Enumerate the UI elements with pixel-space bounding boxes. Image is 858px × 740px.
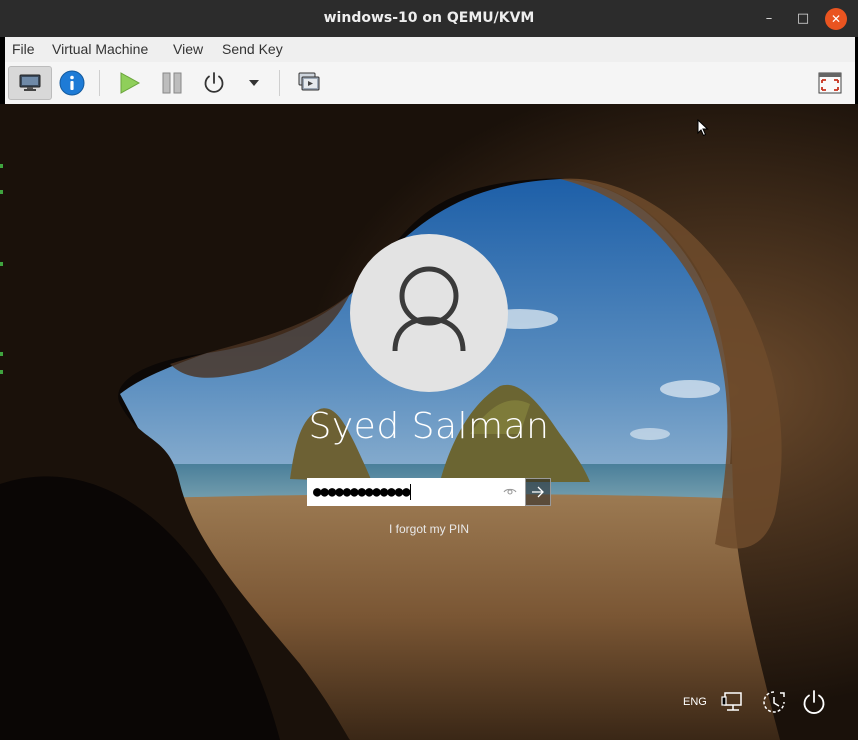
pause-button[interactable]	[157, 68, 187, 98]
power-icon	[204, 72, 224, 93]
submit-button[interactable]	[525, 478, 551, 506]
show-console-button[interactable]	[8, 66, 52, 100]
toolbar-separator	[279, 70, 280, 96]
forgot-pin-link[interactable]: I forgot my PIN	[0, 522, 858, 536]
monitor-icon	[19, 74, 41, 91]
pause-icon	[162, 72, 182, 94]
power-icon[interactable]	[801, 689, 827, 715]
user-icon	[392, 266, 466, 352]
pin-input[interactable]: ●●●●●●●●●●●●●	[307, 478, 525, 506]
user-name: Syed Salman	[308, 406, 550, 447]
shutdown-button[interactable]	[199, 68, 229, 98]
menu-virtual-machine[interactable]: Virtual Machine	[52, 41, 148, 57]
toolbar-separator	[99, 70, 100, 96]
snapshots-icon	[298, 72, 320, 91]
mouse-cursor-icon	[697, 119, 709, 137]
text-caret	[409, 484, 411, 500]
menu-view[interactable]: View	[173, 41, 203, 57]
ease-of-access-icon[interactable]	[761, 689, 787, 715]
user-avatar	[350, 234, 508, 392]
info-icon	[59, 70, 85, 96]
run-button[interactable]	[114, 68, 144, 98]
menu-send-key[interactable]: Send Key	[222, 41, 283, 57]
arrow-right-icon	[532, 486, 544, 498]
window-title: windows-10 on QEMU/KVM	[323, 10, 535, 26]
minimize-button[interactable]: –	[758, 8, 780, 30]
window-titlebar[interactable]: windows-10 on QEMU/KVM – □ ✕	[0, 0, 858, 37]
snapshots-button[interactable]	[294, 68, 324, 98]
menu-bar: File Virtual Machine View Send Key	[5, 37, 855, 62]
network-icon[interactable]	[721, 689, 747, 715]
toolbar	[5, 62, 855, 105]
pin-value: ●●●●●●●●●●●●●	[313, 484, 411, 500]
play-icon	[120, 72, 141, 94]
language-indicator[interactable]: ENG	[683, 696, 707, 708]
close-button[interactable]: ✕	[825, 8, 847, 30]
fullscreen-icon	[818, 72, 842, 94]
shutdown-menu-button[interactable]	[239, 68, 269, 98]
pin-entry: ●●●●●●●●●●●●●	[307, 478, 551, 506]
menu-file[interactable]: File	[12, 41, 35, 57]
dropdown-arrow-icon	[249, 80, 259, 86]
maximize-button[interactable]: □	[792, 8, 814, 30]
fullscreen-button[interactable]	[815, 68, 845, 98]
reveal-password-icon[interactable]	[503, 485, 517, 499]
show-details-button[interactable]	[57, 68, 87, 98]
vm-display[interactable]: Syed Salman ●●●●●●●●●●●●● I forgot my PI…	[0, 104, 858, 740]
